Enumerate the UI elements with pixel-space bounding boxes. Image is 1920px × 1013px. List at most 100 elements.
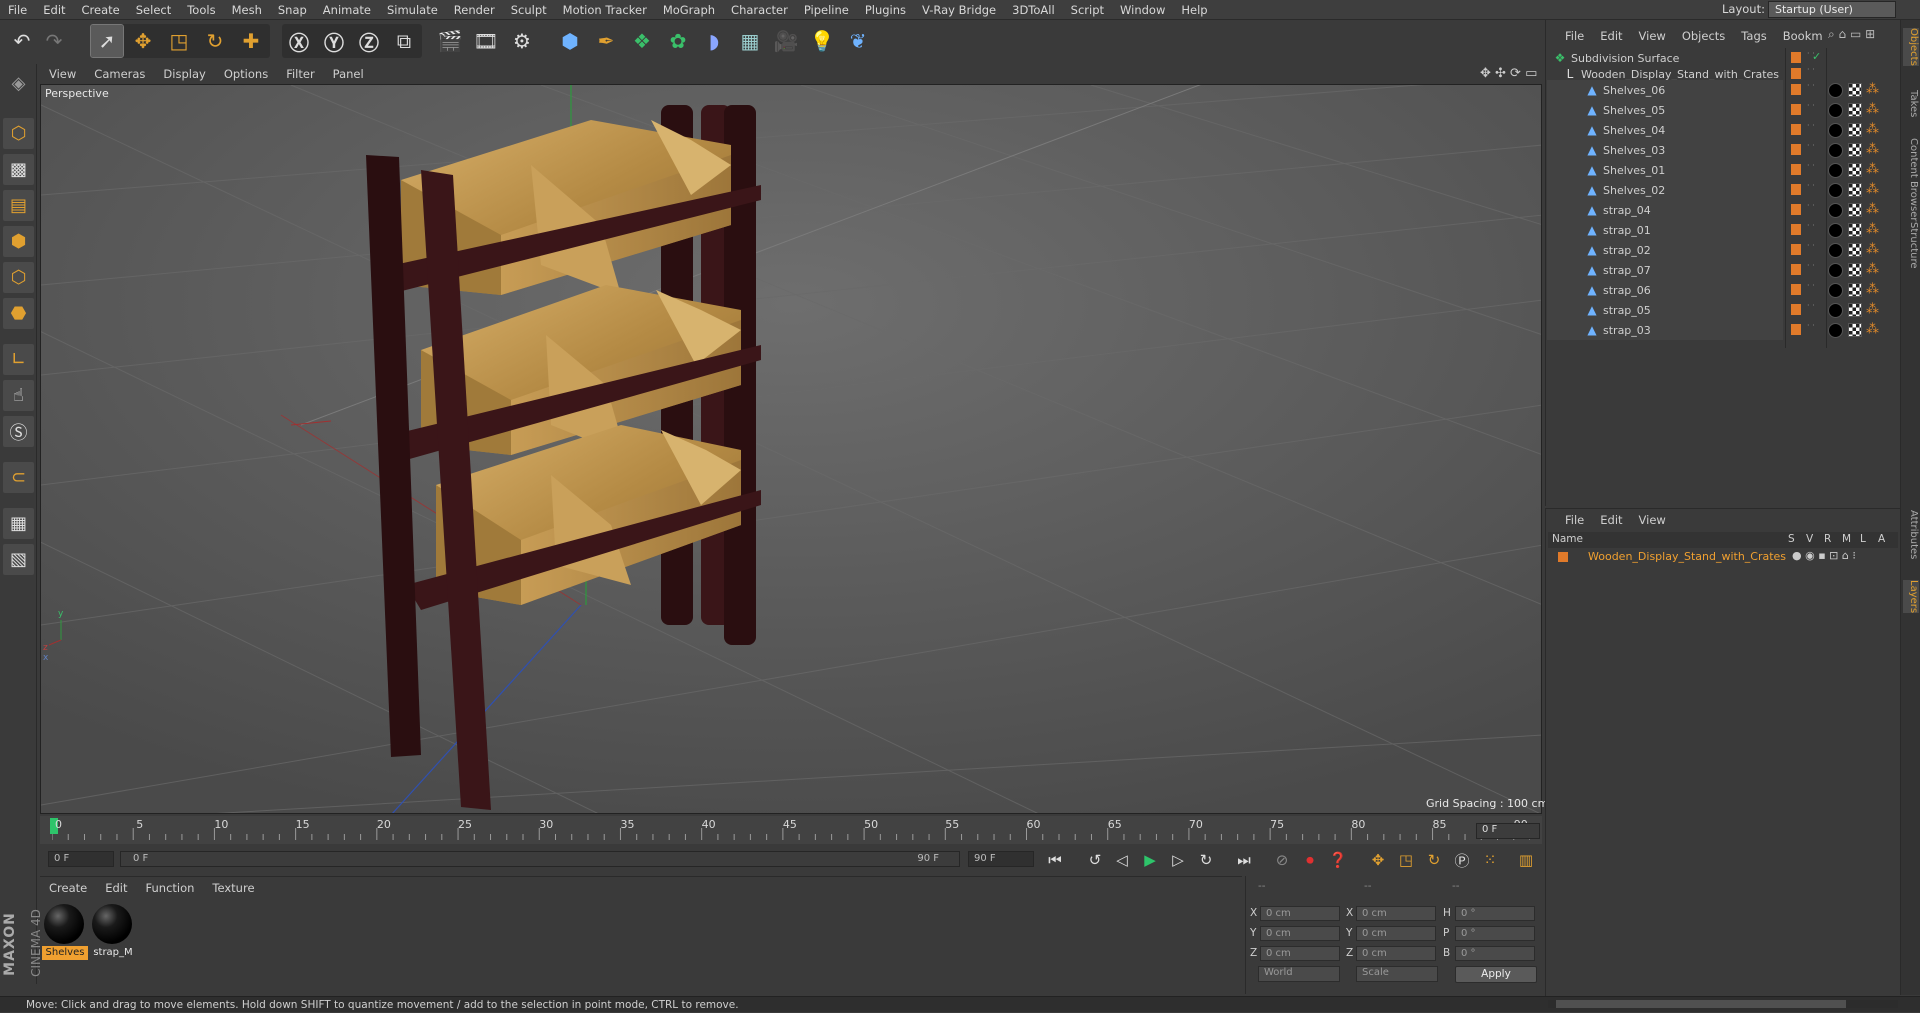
menu-select[interactable]: Select — [128, 3, 179, 17]
visibility-dots[interactable]: · · — [1807, 182, 1815, 190]
layer-column-s[interactable]: S — [1788, 533, 1795, 545]
material-tag-icon[interactable] — [1828, 163, 1843, 178]
render-picture-viewer-icon[interactable]: 🎞 — [470, 25, 502, 57]
layer-color-swatch[interactable] — [1791, 124, 1801, 135]
viewport-menu-cameras[interactable]: Cameras — [85, 67, 154, 81]
object-row[interactable]: ▲ strap_02 — [1547, 240, 1783, 260]
redo-icon[interactable]: ↷ — [38, 25, 70, 57]
key-scale-icon[interactable]: ◳ — [1394, 848, 1418, 872]
viewport-menu-view[interactable]: View — [40, 67, 85, 81]
object-row[interactable]: ▲ Shelves_04 — [1547, 120, 1783, 140]
planar-workplane-icon[interactable]: ▧ — [3, 544, 34, 575]
layer-menu-file[interactable]: File — [1557, 513, 1592, 527]
material-item[interactable]: Shelves — [42, 902, 88, 960]
coord-value-field[interactable]: 0 cm — [1260, 926, 1340, 941]
coord-value-field[interactable]: 0 cm — [1260, 946, 1340, 961]
layer-menu-view[interactable]: View — [1631, 513, 1674, 527]
move-icon[interactable]: ✥ — [127, 25, 159, 57]
object-visibility-flags[interactable]: · · — [1787, 320, 1827, 340]
phong-tag-icon[interactable]: ⁂ — [1866, 303, 1880, 317]
deformer-icon[interactable]: ◗ — [698, 25, 730, 57]
autokey-icon[interactable]: ❓ — [1326, 848, 1350, 872]
coordinate-system-icon[interactable]: ⧉ — [388, 25, 420, 57]
layer-color-swatch[interactable] — [1791, 284, 1801, 295]
coord-value-field[interactable]: 0 ° — [1455, 906, 1535, 921]
phong-tag-icon[interactable]: ⁂ — [1866, 223, 1880, 237]
uvw-tag-icon[interactable] — [1848, 183, 1862, 197]
go-to-start-icon[interactable]: ⏮ — [1043, 848, 1067, 872]
viewport-menu-panel[interactable]: Panel — [324, 67, 373, 81]
material-tag-icon[interactable] — [1828, 143, 1843, 158]
object-row[interactable]: ▲ Shelves_02 — [1547, 180, 1783, 200]
material-tag-icon[interactable] — [1828, 83, 1843, 98]
object-visibility-flags[interactable]: · · — [1787, 280, 1827, 300]
make-editable-icon[interactable]: ◈ — [3, 68, 34, 99]
object-menu-file[interactable]: File — [1557, 29, 1592, 43]
uvw-tag-icon[interactable] — [1848, 303, 1862, 317]
key-param-icon[interactable]: Ⓟ — [1450, 848, 1474, 872]
layer-color-swatch[interactable] — [1791, 104, 1801, 115]
visibility-dots[interactable]: · · — [1807, 82, 1815, 90]
object-menu-edit[interactable]: Edit — [1592, 29, 1630, 43]
menu-file[interactable]: File — [0, 3, 35, 17]
phong-tag-icon[interactable]: ⁂ — [1866, 183, 1880, 197]
side-tab-attributes[interactable]: Attributes — [1903, 510, 1919, 559]
object-tags[interactable]: ⁂ — [1826, 240, 1882, 260]
visibility-dots[interactable]: · · — [1807, 262, 1815, 270]
uvw-tag-icon[interactable] — [1848, 223, 1862, 237]
polygons-mode-icon[interactable]: ⬣ — [3, 298, 34, 329]
previous-frame-icon[interactable]: ◁ — [1110, 848, 1134, 872]
light-icon[interactable]: 💡 — [806, 25, 838, 57]
layer-toggle-icons[interactable]: ● ◉ ▪ ⊡ ⌂ ⁝ — [1792, 549, 1856, 562]
magnet-icon[interactable]: ⊂ — [3, 462, 34, 493]
layer-color-swatch[interactable] — [1791, 164, 1801, 175]
layer-color-swatch[interactable] — [1791, 304, 1801, 315]
visibility-dots[interactable]: · · — [1807, 122, 1815, 130]
apply-button[interactable]: Apply — [1455, 966, 1537, 983]
start-frame-field[interactable]: 0 F — [48, 851, 114, 867]
layout-select[interactable]: Startup (User) — [1768, 1, 1896, 18]
phong-tag-icon[interactable]: ⁂ — [1866, 263, 1880, 277]
menu-render[interactable]: Render — [446, 3, 503, 17]
uvw-tag-icon[interactable] — [1848, 263, 1862, 277]
menu-character[interactable]: Character — [723, 3, 796, 17]
z-axis-icon[interactable]: Ⓩ — [353, 25, 385, 57]
previous-key-icon[interactable]: ↺ — [1083, 848, 1107, 872]
viewport-menu-options[interactable]: Options — [215, 67, 277, 81]
layer-column-name[interactable]: Name — [1552, 533, 1583, 545]
visibility-dots[interactable]: · · — [1807, 102, 1815, 110]
object-tags[interactable]: ⁂ — [1826, 160, 1882, 180]
menu-edit[interactable]: Edit — [35, 3, 73, 17]
undo-icon[interactable]: ↶ — [6, 25, 38, 57]
uvw-tag-icon[interactable] — [1848, 83, 1862, 97]
uvw-tag-icon[interactable] — [1848, 103, 1862, 117]
render-settings-icon[interactable]: ⚙ — [506, 25, 538, 57]
object-tags[interactable]: ⁂ — [1826, 320, 1882, 340]
object-visibility-flags[interactable]: · · — [1787, 220, 1827, 240]
lock-workplane-icon[interactable]: ▦ — [3, 508, 34, 539]
render-view-icon[interactable]: 🎬 — [434, 25, 466, 57]
edges-mode-icon[interactable]: ⬡ — [3, 262, 34, 293]
pen-icon[interactable]: ✒ — [590, 25, 622, 57]
coord-value-field[interactable]: 0 cm — [1356, 926, 1436, 941]
timeline-window-icon[interactable]: ▥ — [1514, 848, 1538, 872]
object-tags[interactable]: ⁂ — [1826, 100, 1882, 120]
preview-range-slider[interactable]: 0 F 90 F — [120, 851, 960, 867]
coord-mode-select[interactable]: Scale — [1356, 966, 1438, 982]
menu-window[interactable]: Window — [1112, 3, 1173, 17]
key-pla-icon[interactable]: ⁙ — [1478, 848, 1502, 872]
viewport-menu-display[interactable]: Display — [154, 67, 214, 81]
phong-tag-icon[interactable]: ⁂ — [1866, 143, 1880, 157]
model-mode-icon[interactable]: ⬡ — [3, 118, 34, 149]
viewport-navigation-icons[interactable]: ✥ ✣ ⟳ ▭ — [1480, 66, 1537, 81]
material-tag-icon[interactable] — [1828, 103, 1843, 118]
object-visibility-flags[interactable]: · · — [1787, 120, 1827, 140]
layer-color-swatch[interactable] — [1791, 52, 1801, 63]
object-visibility-flags[interactable]: · · — [1787, 200, 1827, 220]
menu-motion-tracker[interactable]: Motion Tracker — [555, 3, 655, 17]
menu-animate[interactable]: Animate — [315, 3, 379, 17]
object-menu-objects[interactable]: Objects — [1674, 29, 1733, 43]
menu-tools[interactable]: Tools — [179, 3, 223, 17]
menu-pipeline[interactable]: Pipeline — [796, 3, 857, 17]
visibility-dots[interactable]: · · — [1807, 162, 1815, 170]
